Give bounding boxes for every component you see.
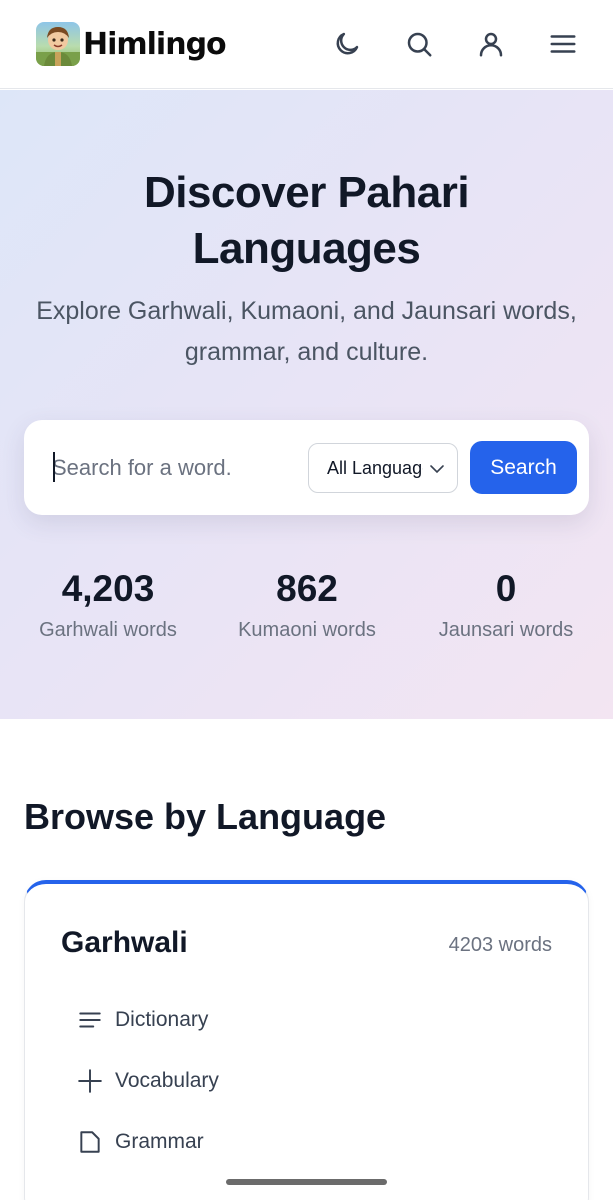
hero-section: Discover Pahari Languages Explore Garhwa… <box>0 90 613 719</box>
language-word-count: 4203 words <box>448 934 552 956</box>
search-icon <box>407 32 432 57</box>
search-submit-button[interactable]: Search <box>470 441 577 494</box>
stat-label: Kumaoni words <box>238 619 376 641</box>
language-card-garhwali[interactable]: Garhwali 4203 words Dictionary Vocabular… <box>24 880 589 1200</box>
card-link-grammar[interactable]: Grammar <box>77 1125 204 1159</box>
brand-logo[interactable]: Himlingo <box>36 22 227 66</box>
plus-icon <box>78 1069 102 1093</box>
chevron-down-icon <box>430 465 444 474</box>
language-select[interactable]: All Languages <box>308 443 458 493</box>
card-link-label: Grammar <box>115 1130 204 1153</box>
card-link-label: Vocabulary <box>115 1069 219 1092</box>
top-header: Himlingo <box>0 0 613 89</box>
account-button[interactable] <box>465 18 517 70</box>
stat-garhwali: 4,203 Garhwali words <box>8 567 208 642</box>
language-select-value: All Languages <box>327 457 423 478</box>
card-link-label: Dictionary <box>115 1008 209 1031</box>
stat-value: 862 <box>276 568 338 609</box>
stat-value: 4,203 <box>61 568 155 609</box>
brand-name: Himlingo <box>83 26 227 62</box>
search-button[interactable] <box>393 18 445 70</box>
menu-icon <box>550 35 576 53</box>
language-card-title: Garhwali <box>61 926 188 959</box>
card-link-vocabulary[interactable]: Vocabulary <box>77 1064 219 1098</box>
stat-label: Jaunsari words <box>438 619 574 641</box>
list-icon <box>79 1012 101 1028</box>
user-icon <box>479 32 503 57</box>
home-indicator[interactable] <box>226 1179 387 1185</box>
search-input[interactable] <box>52 446 302 490</box>
logo-avatar-icon <box>36 22 80 66</box>
card-link-dictionary[interactable]: Dictionary <box>77 1003 208 1037</box>
stat-label: Garhwali words <box>39 619 177 641</box>
theme-toggle-button[interactable] <box>321 18 373 70</box>
section-title: Browse by Language <box>24 796 387 837</box>
stat-value: 0 <box>495 568 517 609</box>
header-actions <box>301 18 589 70</box>
moon-icon <box>336 32 359 55</box>
hero-title: Discover Pahari Languages <box>143 168 470 273</box>
hero-subtitle: Explore Garhwali, Kumaoni, and Jaunsari … <box>36 297 577 366</box>
stat-jaunsari: 0 Jaunsari words <box>406 567 606 642</box>
menu-button[interactable] <box>537 18 589 70</box>
stat-kumaoni: 862 Kumaoni words <box>207 567 407 642</box>
search-panel: All Languages Search <box>24 420 589 515</box>
document-icon <box>80 1131 100 1153</box>
text-cursor <box>53 452 55 482</box>
